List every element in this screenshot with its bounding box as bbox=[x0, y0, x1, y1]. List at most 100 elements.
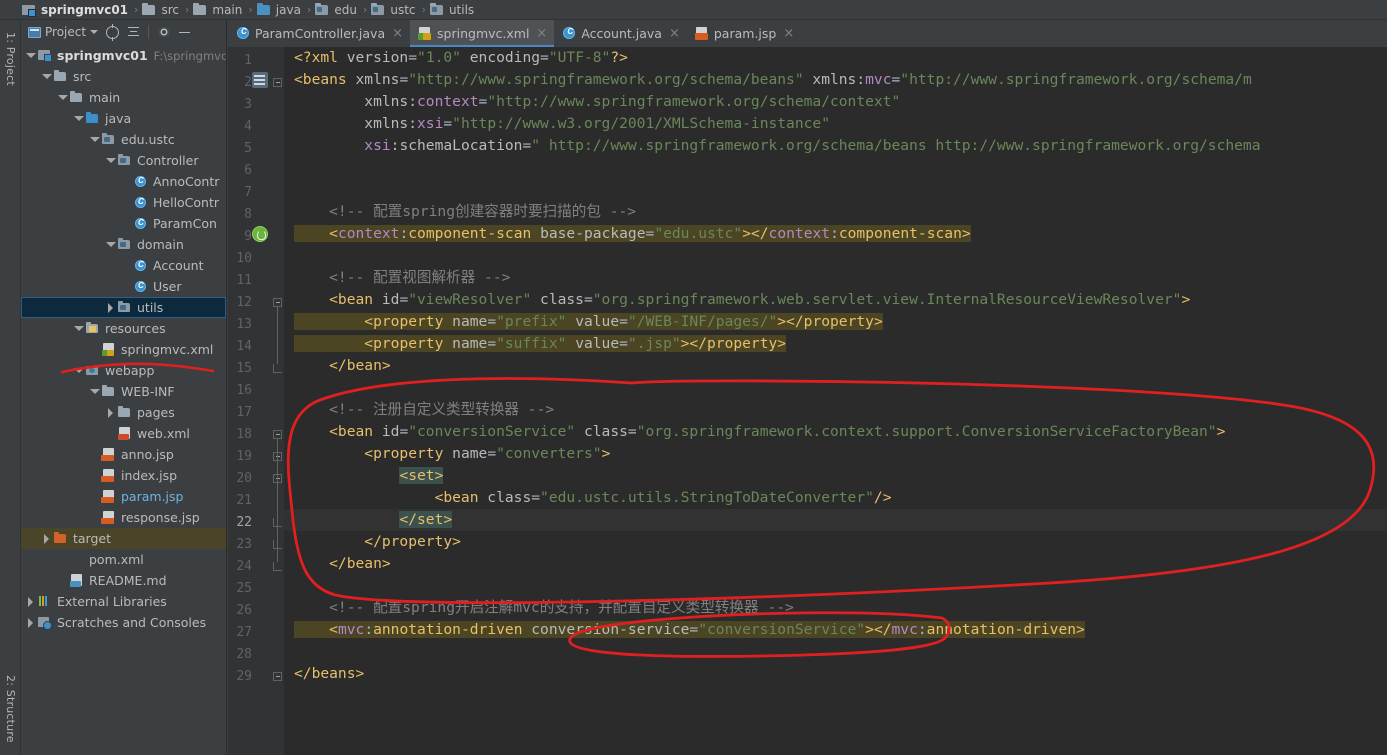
chevron-right-icon[interactable] bbox=[41, 533, 52, 544]
chevron-down-icon[interactable] bbox=[41, 71, 52, 82]
code-line[interactable]: </bean> bbox=[284, 355, 1387, 377]
tree-node-webapp[interactable]: webapp bbox=[21, 360, 226, 381]
code-line[interactable]: <set> bbox=[284, 465, 1387, 487]
project-view-selector[interactable]: Project bbox=[25, 23, 101, 41]
code-editor[interactable]: 1 2 3 4 5 6 7 8 9 10 11 12 13 14 15 16 17 18 19 20 21 22 23 24 2… bbox=[228, 47, 1387, 755]
project-tree[interactable]: springmvc01 F:\springmvc0 src main java edu.u… bbox=[21, 44, 226, 755]
breadcrumb-item-src[interactable]: src bbox=[140, 0, 183, 20]
chevron-down-icon[interactable] bbox=[57, 92, 68, 103]
tree-node-web-inf[interactable]: WEB-INF bbox=[21, 381, 226, 402]
tree-node-pom-xml[interactable]: pom.xml bbox=[21, 549, 226, 570]
tree-node-web-xml[interactable]: web.xml bbox=[21, 423, 226, 444]
chevron-down-icon[interactable] bbox=[73, 113, 84, 124]
tree-node-edu-ustc[interactable]: edu.ustc bbox=[21, 129, 226, 150]
code-line[interactable] bbox=[284, 575, 1387, 597]
chevron-right-icon[interactable] bbox=[25, 596, 36, 607]
tree-node-resources[interactable]: resources bbox=[21, 318, 226, 339]
hide-panel-button[interactable] bbox=[175, 24, 194, 41]
code-line[interactable] bbox=[284, 179, 1387, 201]
code-line[interactable]: <!-- 配置spring开启注解mvc的支持，并配置自定义类型转换器 --> bbox=[284, 597, 1387, 619]
editor-tab-account-java[interactable]: Account.java × bbox=[554, 20, 687, 47]
tree-node-pages[interactable]: pages bbox=[21, 402, 226, 423]
chevron-down-icon[interactable] bbox=[73, 365, 84, 376]
tree-node-springmvc-xml[interactable]: springmvc.xml bbox=[21, 339, 226, 360]
editor-tab-springmvc-xml[interactable]: springmvc.xml × bbox=[410, 20, 555, 47]
code-line[interactable] bbox=[284, 157, 1387, 179]
tree-node-readme-md[interactable]: README.md bbox=[21, 570, 226, 591]
code-line[interactable]: </set> bbox=[284, 509, 1387, 531]
chevron-right-icon[interactable] bbox=[25, 617, 36, 628]
tree-node-account[interactable]: Account bbox=[21, 255, 226, 276]
code-fold-toggle[interactable] bbox=[273, 672, 282, 681]
code-folding-strip[interactable] bbox=[272, 47, 284, 755]
chevron-right-icon[interactable] bbox=[105, 302, 116, 313]
code-line[interactable]: <property name="converters"> bbox=[284, 443, 1387, 465]
code-line[interactable]: xmlns:xsi="http://www.w3.org/2001/XMLSch… bbox=[284, 113, 1387, 135]
editor-tab-paramcontroller-java[interactable]: ParamController.java × bbox=[228, 20, 410, 47]
tree-node-param-jsp[interactable]: param.jsp bbox=[21, 486, 226, 507]
scroll-from-source-button[interactable] bbox=[103, 23, 122, 41]
code-line[interactable]: <bean class="edu.ustc.utils.StringToDate… bbox=[284, 487, 1387, 509]
code-fold-end-marker[interactable] bbox=[273, 364, 282, 373]
chevron-right-icon[interactable] bbox=[105, 407, 116, 418]
code-line[interactable]: <?xml version="1.0" encoding="UTF-8"?> bbox=[284, 47, 1387, 69]
close-icon[interactable]: × bbox=[669, 27, 680, 40]
code-line[interactable]: <bean id="conversionService" class="org.… bbox=[284, 421, 1387, 443]
breadcrumb-item-main[interactable]: main bbox=[191, 0, 246, 20]
code-line[interactable] bbox=[284, 377, 1387, 399]
code-fold-end-marker[interactable] bbox=[273, 562, 282, 571]
tree-node-main[interactable]: main bbox=[21, 87, 226, 108]
code-line[interactable]: xsi:schemaLocation=" http://www.springfr… bbox=[284, 135, 1387, 157]
breadcrumb-item-edu[interactable]: edu bbox=[313, 0, 361, 20]
chevron-down-icon[interactable] bbox=[89, 386, 100, 397]
breadcrumb-item-ustc[interactable]: ustc bbox=[369, 0, 419, 20]
tree-node-java[interactable]: java bbox=[21, 108, 226, 129]
tree-node-controller[interactable]: Controller bbox=[21, 150, 226, 171]
code-line[interactable] bbox=[284, 641, 1387, 663]
code-line[interactable]: <bean id="viewResolver" class="org.sprin… bbox=[284, 289, 1387, 311]
code-line[interactable]: <property name="suffix" value=".jsp"></p… bbox=[284, 333, 1387, 355]
tree-node-src[interactable]: src bbox=[21, 66, 226, 87]
breadcrumb-item-springmvc01[interactable]: springmvc01 bbox=[20, 0, 132, 20]
code-line[interactable]: <!-- 配置spring创建容器时要扫描的包 --> bbox=[284, 201, 1387, 223]
tree-node-response-jsp[interactable]: response.jsp bbox=[21, 507, 226, 528]
tree-node-springmvc01[interactable]: springmvc01 F:\springmvc0 bbox=[21, 45, 226, 66]
chevron-down-icon[interactable] bbox=[73, 323, 84, 334]
code-line[interactable]: </property> bbox=[284, 531, 1387, 553]
tree-node-user[interactable]: User bbox=[21, 276, 226, 297]
tree-node-index-jsp[interactable]: index.jsp bbox=[21, 465, 226, 486]
code-line[interactable]: <!-- 配置视图解析器 --> bbox=[284, 267, 1387, 289]
tree-node-scratches-and-consoles[interactable]: Scratches and Consoles bbox=[21, 612, 226, 633]
chevron-down-icon[interactable] bbox=[89, 134, 100, 145]
chevron-down-icon[interactable] bbox=[25, 50, 36, 61]
code-line[interactable]: <mvc:annotation-driven conversion-servic… bbox=[284, 619, 1387, 641]
tool-window-button-structure[interactable]: 2: Structure bbox=[0, 671, 21, 747]
code-line[interactable]: </beans> bbox=[284, 663, 1387, 685]
code-line[interactable]: <beans xmlns="http://www.springframework… bbox=[284, 69, 1387, 91]
code-line[interactable]: <property name="prefix" value="/WEB-INF/… bbox=[284, 311, 1387, 333]
tree-node-anno-jsp[interactable]: anno.jsp bbox=[21, 444, 226, 465]
tree-node-utils[interactable]: utils bbox=[21, 297, 226, 318]
tree-node-hellocontr[interactable]: HelloContr bbox=[21, 192, 226, 213]
code-line[interactable]: <!-- 注册自定义类型转换器 --> bbox=[284, 399, 1387, 421]
code-line[interactable] bbox=[284, 245, 1387, 267]
code-line[interactable]: </bean> bbox=[284, 553, 1387, 575]
gutter-icon-column[interactable] bbox=[252, 47, 272, 755]
tree-node-domain[interactable]: domain bbox=[21, 234, 226, 255]
chevron-down-icon[interactable] bbox=[105, 155, 116, 166]
spring-leaf-gutter-icon[interactable] bbox=[252, 226, 268, 242]
code-line[interactable]: <context:component-scan base-package="ed… bbox=[284, 223, 1387, 245]
code-fold-toggle[interactable] bbox=[273, 78, 282, 87]
code-line[interactable]: xmlns:context="http://www.springframewor… bbox=[284, 91, 1387, 113]
tree-node-target[interactable]: target bbox=[21, 528, 226, 549]
close-icon[interactable]: × bbox=[536, 27, 547, 40]
tree-node-paramcon[interactable]: ParamCon bbox=[21, 213, 226, 234]
code-content[interactable]: <?xml version="1.0" encoding="UTF-8"?> <b… bbox=[284, 47, 1387, 755]
tree-node-external-libraries[interactable]: External Libraries bbox=[21, 591, 226, 612]
close-icon[interactable]: × bbox=[783, 27, 794, 40]
project-settings-button[interactable] bbox=[154, 24, 173, 41]
breadcrumb-item-utils[interactable]: utils bbox=[428, 0, 478, 20]
chevron-down-icon[interactable] bbox=[105, 239, 116, 250]
tree-node-annocontr[interactable]: AnnoContr bbox=[21, 171, 226, 192]
spring-bean-gutter-icon[interactable] bbox=[252, 72, 268, 88]
